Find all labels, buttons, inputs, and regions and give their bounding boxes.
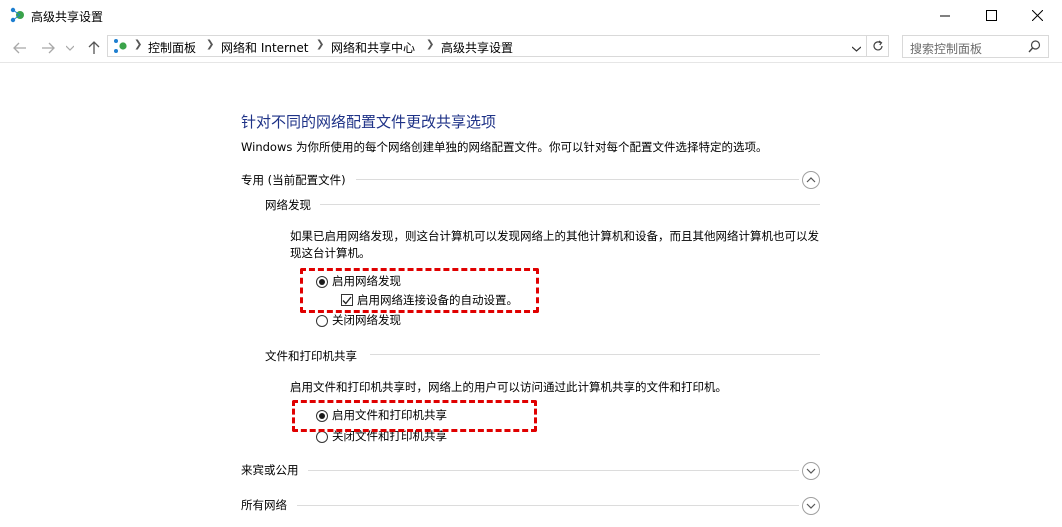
network-app-icon xyxy=(9,7,25,23)
minimize-button[interactable] xyxy=(922,0,968,30)
file-sharing-description: 启用文件和打印机共享时，网络上的用户可以访问通过此计算机共享的文件和打印机。 xyxy=(290,380,727,394)
address-dropdown-button[interactable] xyxy=(851,41,862,55)
recent-locations-button[interactable] xyxy=(63,38,77,58)
maximize-button[interactable] xyxy=(968,0,1014,30)
close-icon xyxy=(1031,9,1043,21)
profile-all-networks-label[interactable]: 所有网络 xyxy=(241,497,287,513)
chevron-right-icon: ❯ xyxy=(316,39,325,50)
expand-guest-public-button[interactable] xyxy=(802,462,820,480)
chevron-right-icon: ❯ xyxy=(426,39,435,50)
chevron-down-icon xyxy=(851,46,862,52)
title-bar xyxy=(0,0,1062,31)
refresh-icon xyxy=(872,40,883,51)
refresh-button[interactable] xyxy=(867,35,889,57)
section-divider xyxy=(356,179,799,180)
collapse-private-button[interactable] xyxy=(802,171,820,189)
file-sharing-title: 文件和打印机共享 xyxy=(265,349,357,363)
search-placeholder: 搜索控制面板 xyxy=(910,42,983,56)
minimize-icon xyxy=(939,15,950,16)
page-description: Windows 为你所使用的每个网络创建单独的网络配置文件。你可以针对每个配置文… xyxy=(241,140,768,154)
breadcrumb-control-panel[interactable]: 控制面板 xyxy=(148,39,196,56)
back-button[interactable] xyxy=(10,38,30,58)
section-divider xyxy=(297,505,799,506)
section-divider xyxy=(308,470,799,471)
radio-disable-network-discovery[interactable] xyxy=(316,315,328,327)
option-disable-network-discovery-label[interactable]: 关闭网络发现 xyxy=(332,312,401,328)
network-discovery-title: 网络发现 xyxy=(265,198,311,212)
back-arrow-icon xyxy=(13,42,26,54)
up-arrow-icon xyxy=(88,41,100,54)
highlight-box-network-discovery xyxy=(300,268,539,313)
up-button[interactable] xyxy=(84,38,104,58)
page-title: 针对不同的网络配置文件更改共享选项 xyxy=(241,113,497,131)
section-divider xyxy=(370,354,820,355)
chevron-right-icon: ❯ xyxy=(206,39,215,50)
chevron-right-icon: ❯ xyxy=(134,39,143,50)
network-location-icon xyxy=(112,38,128,54)
chevron-down-icon xyxy=(806,468,816,474)
network-discovery-description: 如果已启用网络发现，则这台计算机可以发现网络上的其他计算机和设备，而且其他网络计… xyxy=(290,229,819,260)
forward-arrow-icon xyxy=(42,42,55,54)
forward-button[interactable] xyxy=(38,38,58,58)
breadcrumb-network-sharing-center[interactable]: 网络和共享中心 xyxy=(331,39,415,56)
breadcrumb-network-internet[interactable]: 网络和 Internet xyxy=(221,39,308,56)
search-icon[interactable] xyxy=(1028,40,1041,56)
profile-guest-public-label[interactable]: 来宾或公用 xyxy=(241,462,299,478)
chevron-up-icon xyxy=(806,177,816,183)
radio-disable-file-sharing[interactable] xyxy=(316,431,328,443)
expand-all-networks-button[interactable] xyxy=(802,497,820,515)
highlight-box-file-sharing xyxy=(292,400,537,432)
section-divider xyxy=(320,204,820,205)
dropdown-arrow-icon xyxy=(66,45,74,51)
close-button[interactable] xyxy=(1014,0,1060,30)
window-title: 高级共享设置 xyxy=(31,10,104,24)
chevron-down-icon xyxy=(806,503,816,509)
profile-private-label[interactable]: 专用 (当前配置文件) xyxy=(241,172,346,188)
breadcrumb-advanced-sharing[interactable]: 高级共享设置 xyxy=(441,39,513,56)
toolbar-divider xyxy=(0,62,1062,63)
maximize-icon xyxy=(985,9,997,21)
